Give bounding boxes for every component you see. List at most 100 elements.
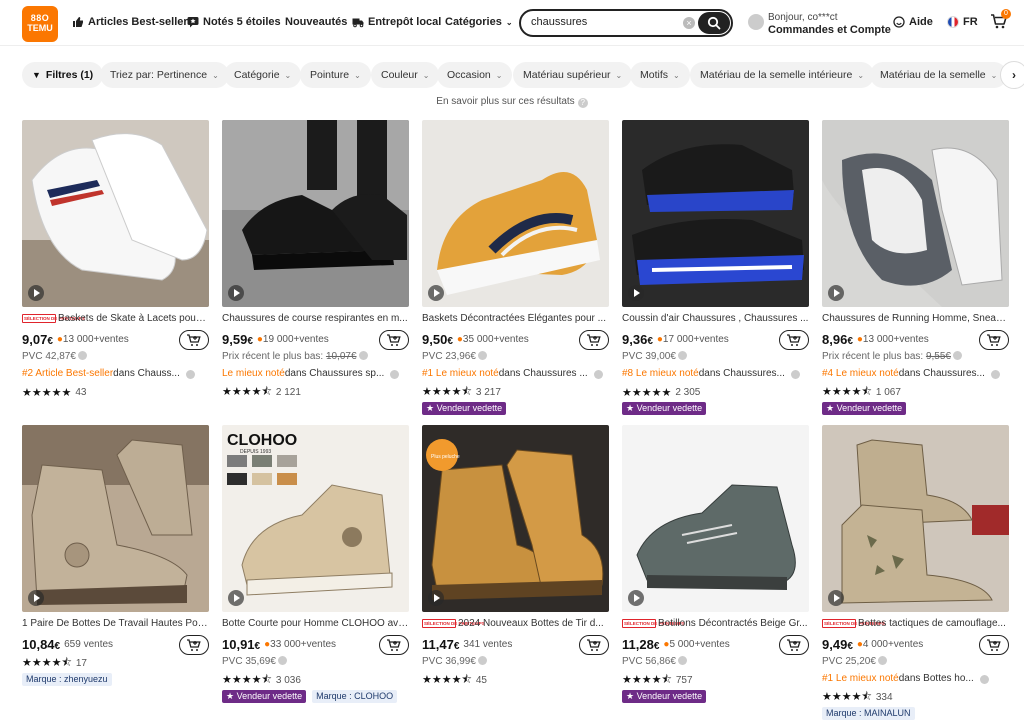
filter-chip-filters[interactable]: ▼ Filtres (1) (22, 62, 104, 88)
product-image[interactable] (822, 120, 1009, 307)
info-icon[interactable] (677, 351, 687, 360)
brand-badge[interactable]: Marque : MAINALUN (822, 707, 915, 720)
add-to-cart-button[interactable] (779, 635, 809, 655)
add-to-cart-button[interactable] (179, 330, 209, 350)
product-image[interactable]: CLOHOO DEPUIS 1993 (222, 425, 409, 612)
featured-seller-badge[interactable]: ★ Vendeur vedette (822, 402, 907, 415)
rating[interactable]: ★★★★⯪ 1 067 (822, 385, 1009, 399)
featured-seller-badge[interactable]: ★ Vendeur vedette (622, 690, 707, 703)
product-card[interactable]: 1 Paire De Bottes De Travail Hautes Pour… (22, 425, 209, 687)
play-video-icon[interactable] (28, 285, 44, 301)
product-image[interactable] (622, 120, 809, 307)
product-title[interactable]: SÉLECTION DE PRINTEMPS 2024 Nouveaux Bott… (422, 617, 609, 630)
play-video-icon[interactable] (628, 590, 644, 606)
rating[interactable]: ★★★★⯪ 3 036 (222, 673, 409, 687)
add-to-cart-button[interactable] (979, 635, 1009, 655)
info-icon[interactable] (477, 656, 487, 665)
product-image[interactable] (622, 425, 809, 612)
add-to-cart-button[interactable] (379, 635, 409, 655)
play-video-icon[interactable] (28, 590, 44, 606)
product-title[interactable]: 1 Paire De Bottes De Travail Hautes Pour… (22, 617, 209, 630)
rating[interactable]: ★★★★⯪ 17 (22, 656, 209, 670)
info-icon[interactable] (990, 370, 1000, 379)
product-card[interactable]: Chaussures de Running Homme, Sneake... 8,… (822, 120, 1009, 416)
rating[interactable]: ★★★★★ 2 305 (622, 385, 809, 399)
rating[interactable]: ★★★★⯪ 757 (622, 673, 809, 687)
product-title[interactable]: SÉLECTION DE PRINTEMPS Bottes tactiques d… (822, 617, 1009, 630)
search-input[interactable] (531, 16, 681, 28)
filter-chip-occasion[interactable]: Occasion ⌄ (437, 62, 513, 88)
info-icon[interactable] (77, 351, 87, 360)
scroll-right-button[interactable]: › (1000, 61, 1024, 89)
nav-local-warehouse[interactable]: Entrepôt local (352, 16, 441, 28)
rating[interactable]: ★★★★★ 43 (22, 385, 209, 399)
ranking-line[interactable]: #4 Le mieux noté dans Chaussures... (822, 368, 1009, 382)
ranking-line[interactable]: #2 Article Best-seller dans Chauss... (22, 368, 209, 382)
product-image[interactable] (22, 120, 209, 307)
info-icon[interactable] (952, 351, 962, 360)
product-title[interactable]: Baskets Décontractées Élégantes pour ... (422, 312, 609, 325)
product-card[interactable]: Coussin d'air Chaussures , Chaussures ..… (622, 120, 809, 416)
info-icon[interactable] (790, 370, 800, 379)
info-icon[interactable] (979, 675, 989, 684)
nav-best-sellers[interactable]: Articles Best-seller (72, 16, 188, 28)
featured-seller-badge[interactable]: ★ Vendeur vedette (622, 402, 707, 415)
add-to-cart-button[interactable] (979, 330, 1009, 350)
filter-chip-size[interactable]: Pointure ⌄ (300, 62, 371, 88)
product-card[interactable]: SÉLECTION DE PRINTEMPS Botillons Décontra… (622, 425, 809, 704)
rating[interactable]: ★★★★⯪ 2 121 (222, 385, 409, 399)
featured-seller-badge[interactable]: ★ Vendeur vedette (422, 402, 507, 415)
nav-new[interactable]: Nouveautés (285, 16, 347, 28)
product-title[interactable]: SÉLECTION DE PRINTEMPS Botillons Décontra… (622, 617, 809, 630)
product-card[interactable]: CLOHOO DEPUIS 1993 Botte Courte pour Homme… (222, 425, 409, 704)
info-icon[interactable] (677, 656, 687, 665)
product-card[interactable]: SÉLECTION DE PRINTEMPS Baskets de Skate à… (22, 120, 209, 399)
info-icon[interactable] (390, 370, 400, 379)
add-to-cart-button[interactable] (379, 330, 409, 350)
info-icon[interactable] (593, 370, 603, 379)
help-link[interactable]: Aide (893, 16, 933, 28)
product-card[interactable]: SÉLECTION DE PRINTEMPS Bottes tactiques d… (822, 425, 1009, 721)
product-title[interactable]: Chaussures de course respirantes en m... (222, 312, 409, 325)
play-video-icon[interactable] (228, 590, 244, 606)
brand-badge[interactable]: Marque : zhenyuezu (22, 673, 112, 686)
product-image[interactable] (822, 425, 1009, 612)
filter-chip-category[interactable]: Catégorie ⌄ (224, 62, 302, 88)
play-video-icon[interactable] (828, 285, 844, 301)
info-icon[interactable] (477, 351, 487, 360)
info-icon[interactable] (277, 656, 287, 665)
brand-badge[interactable]: Marque : CLOHOO (312, 690, 398, 703)
search-button[interactable] (698, 12, 730, 34)
cart-button[interactable]: 0 (990, 9, 1011, 32)
info-icon[interactable] (358, 351, 368, 360)
play-video-icon[interactable] (828, 590, 844, 606)
filter-chip-sort[interactable]: Triez par: Pertinence ⌄ (100, 62, 229, 88)
ranking-line[interactable]: #1 Le mieux noté dans Bottes ho... (822, 673, 1009, 687)
rating[interactable]: ★★★★⯪ 334 (822, 690, 1009, 704)
product-card[interactable]: Plus peluche SÉLECTION DE PRINTEMPS 2024 N… (422, 425, 609, 687)
play-video-icon[interactable] (428, 590, 444, 606)
rating[interactable]: ★★★★⯪ 3 217 (422, 385, 609, 399)
add-to-cart-button[interactable] (579, 330, 609, 350)
results-info[interactable]: En savoir plus sur ces résultats? (0, 96, 1024, 108)
filter-chip-insole-material[interactable]: Matériau de la semelle intérieure ⌄ (690, 62, 875, 88)
product-title[interactable]: Coussin d'air Chaussures , Chaussures ..… (622, 312, 809, 325)
info-icon[interactable] (877, 656, 887, 665)
product-image[interactable]: Plus peluche (422, 425, 609, 612)
nav-five-stars[interactable]: Notés 5 étoiles (187, 16, 281, 28)
filter-chip-upper-material[interactable]: Matériau supérieur ⌄ (513, 62, 633, 88)
filter-chip-pattern[interactable]: Motifs ⌄ (630, 62, 690, 88)
language-selector[interactable]: FR (947, 16, 978, 28)
play-video-icon[interactable] (628, 285, 644, 301)
product-card[interactable]: Chaussures de course respirantes en m...… (222, 120, 409, 399)
product-image[interactable] (222, 120, 409, 307)
product-title[interactable]: Botte Courte pour Homme CLOHOO ave... (222, 617, 409, 630)
ranking-line[interactable]: #1 Le mieux noté dans Chaussures ... (422, 368, 609, 382)
add-to-cart-button[interactable] (179, 635, 209, 655)
nav-categories[interactable]: Catégories ⌄ (445, 16, 513, 28)
featured-seller-badge[interactable]: ★ Vendeur vedette (222, 690, 307, 703)
product-title[interactable]: Chaussures de Running Homme, Sneake... (822, 312, 1009, 325)
clear-search-icon[interactable]: × (683, 17, 695, 29)
product-title[interactable]: SÉLECTION DE PRINTEMPS Baskets de Skate à… (22, 312, 209, 325)
add-to-cart-button[interactable] (579, 635, 609, 655)
